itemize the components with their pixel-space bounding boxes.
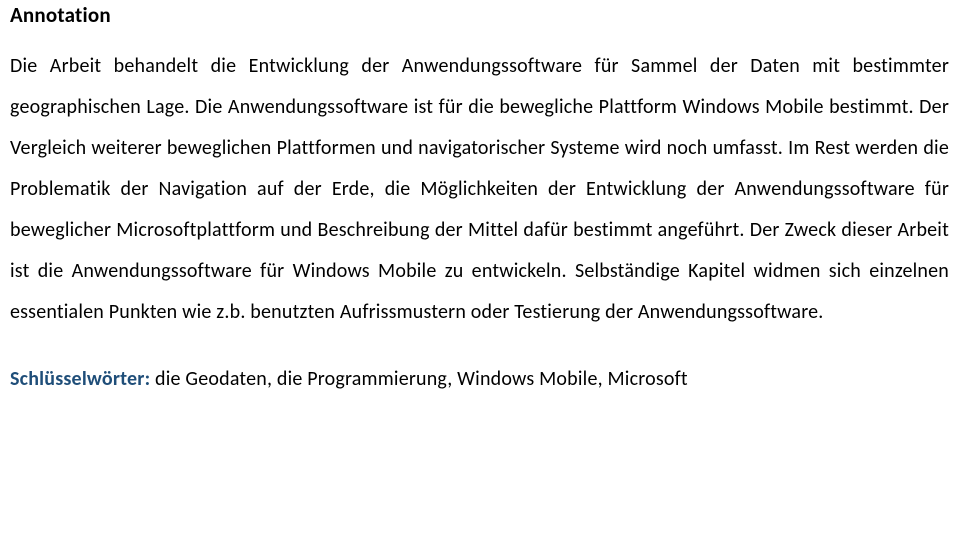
keywords-label: Schlüsselwörter: xyxy=(10,367,150,391)
keywords-line: Schlüsselwörter: die Geodaten, die Progr… xyxy=(10,359,949,400)
section-heading: Annotation xyxy=(10,2,949,28)
document-page: Annotation Die Arbeit behandelt die Entw… xyxy=(0,2,959,400)
keywords-values: die Geodaten, die Programmierung, Window… xyxy=(150,367,688,391)
annotation-paragraph: Die Arbeit behandelt die Entwicklung der… xyxy=(10,46,949,333)
